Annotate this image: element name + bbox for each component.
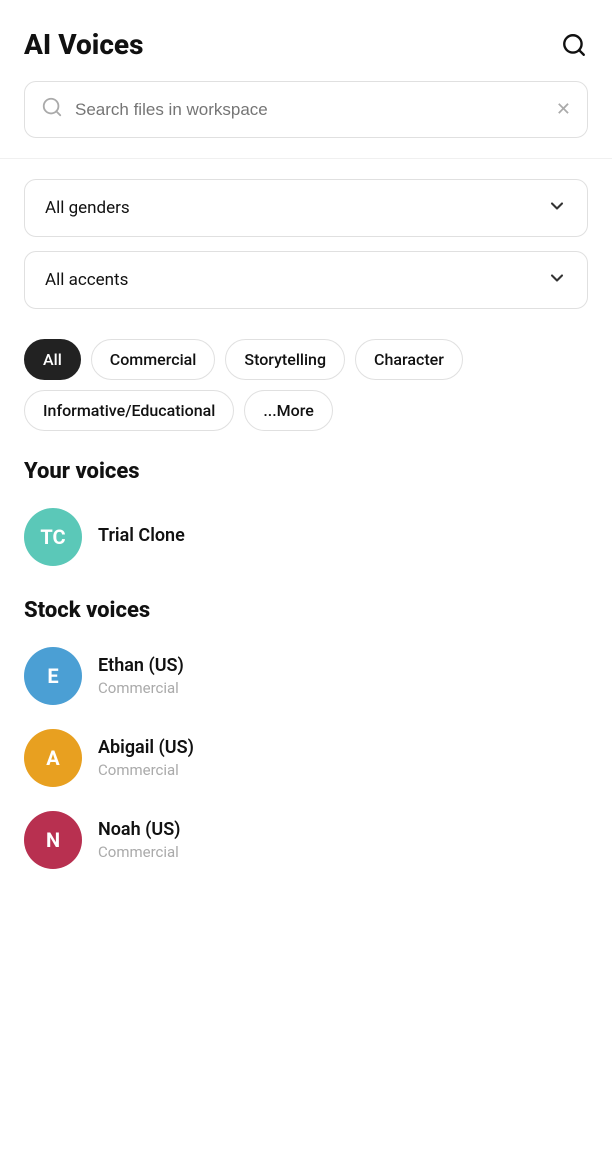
your-voices-list: TC Trial Clone <box>0 496 612 578</box>
gender-chevron-down-icon <box>547 196 567 220</box>
accent-chevron-down-icon <box>547 268 567 292</box>
stock-voice-item[interactable]: N Noah (US) Commercial <box>0 799 612 881</box>
avatar: A <box>24 729 82 787</box>
gender-dropdown[interactable]: All genders <box>24 179 588 237</box>
voice-info: Noah (US) Commercial <box>98 819 181 861</box>
header: AI Voices <box>0 0 612 81</box>
stock-voice-item[interactable]: E Ethan (US) Commercial <box>0 635 612 717</box>
voice-name: Noah (US) <box>98 819 181 840</box>
clear-search-icon[interactable]: ✕ <box>556 99 571 120</box>
page-title: AI Voices <box>24 28 143 61</box>
search-icon <box>41 96 63 123</box>
search-bar[interactable]: ✕ <box>24 81 588 138</box>
stock-voices-section-title: Stock voices <box>0 578 612 635</box>
voice-name: Trial Clone <box>98 525 185 546</box>
search-bar-container: ✕ <box>0 81 612 158</box>
voice-info: Ethan (US) Commercial <box>98 655 184 697</box>
voice-info: Trial Clone <box>98 525 185 549</box>
tags-container: AllCommercialStorytellingCharacter Inform… <box>0 323 612 439</box>
accent-dropdown-label: All accents <box>45 270 128 290</box>
tag-storytelling[interactable]: Storytelling <box>225 339 345 380</box>
avatar: N <box>24 811 82 869</box>
search-icon-button[interactable] <box>560 31 588 59</box>
search-input[interactable] <box>75 100 556 120</box>
tag-more[interactable]: ...More <box>244 390 332 431</box>
voice-name: Abigail (US) <box>98 737 194 758</box>
voice-type: Commercial <box>98 679 184 697</box>
voice-info: Abigail (US) Commercial <box>98 737 194 779</box>
avatar: TC <box>24 508 82 566</box>
voice-type: Commercial <box>98 761 194 779</box>
accent-dropdown[interactable]: All accents <box>24 251 588 309</box>
tag-all[interactable]: All <box>24 339 81 380</box>
tag-informative[interactable]: Informative/Educational <box>24 390 234 431</box>
avatar: E <box>24 647 82 705</box>
voice-name: Ethan (US) <box>98 655 184 676</box>
divider <box>0 158 612 159</box>
stock-voices-list: E Ethan (US) Commercial A Abigail (US) C… <box>0 635 612 881</box>
stock-voice-item[interactable]: A Abigail (US) Commercial <box>0 717 612 799</box>
your-voice-item[interactable]: TC Trial Clone <box>0 496 612 578</box>
tag-commercial[interactable]: Commercial <box>91 339 216 380</box>
voice-type: Commercial <box>98 843 181 861</box>
gender-dropdown-label: All genders <box>45 198 130 218</box>
tag-character[interactable]: Character <box>355 339 463 380</box>
filters-container: All genders All accents <box>0 179 612 309</box>
your-voices-section-title: Your voices <box>0 439 612 496</box>
